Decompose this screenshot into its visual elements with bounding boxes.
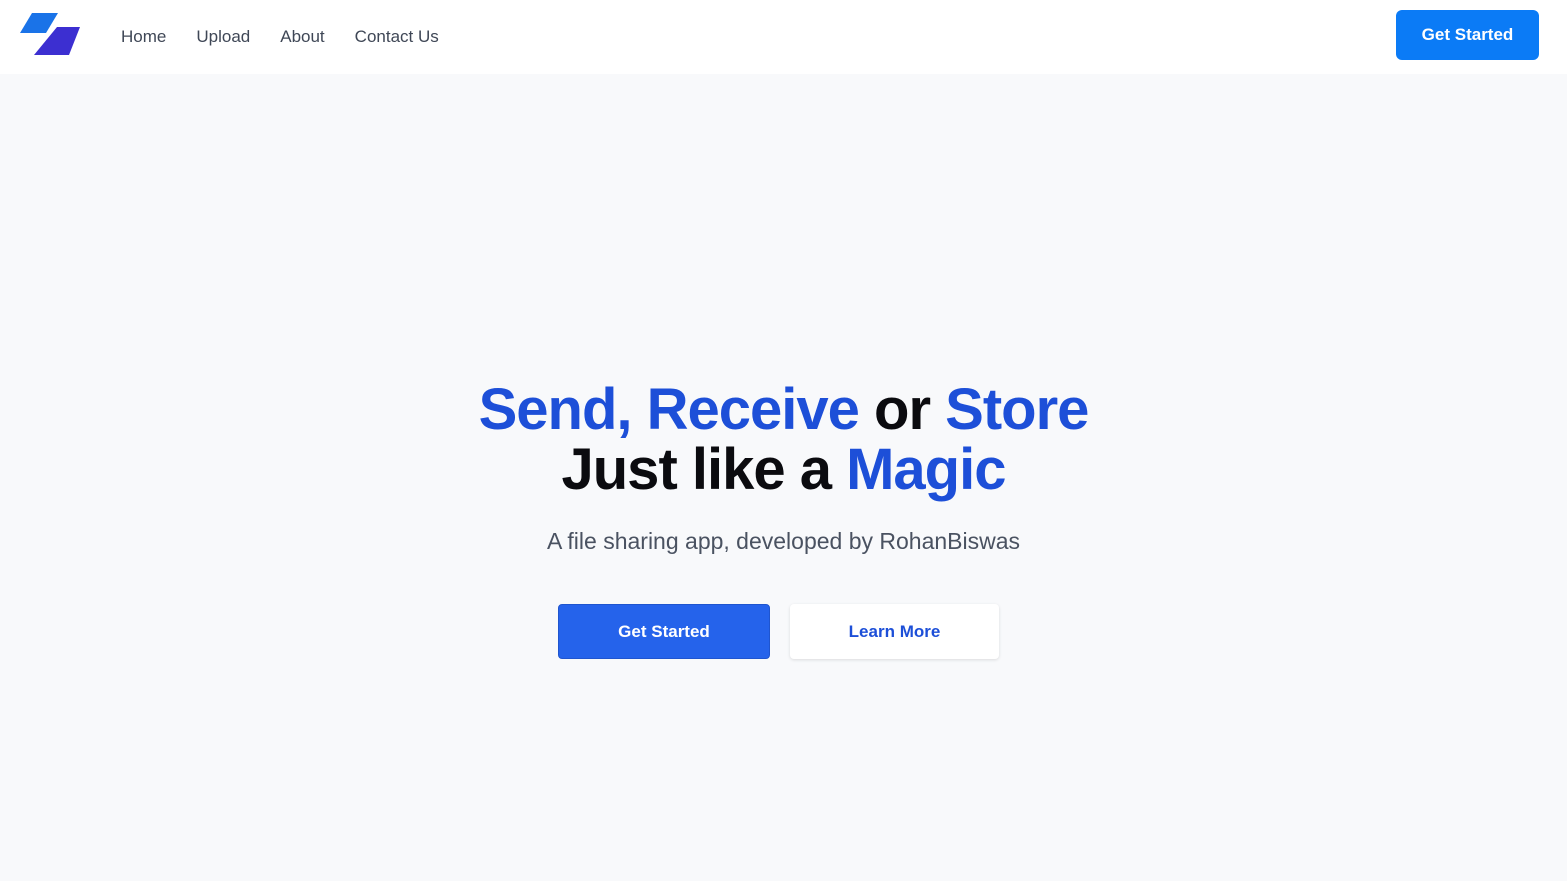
headline-store: Store bbox=[945, 377, 1089, 442]
nav-link-contact-us[interactable]: Contact Us bbox=[355, 27, 439, 47]
hero-learn-more-button[interactable]: Learn More bbox=[790, 604, 999, 659]
hero-section: Send, Receive or Store Just like a Magic… bbox=[0, 74, 1567, 881]
headline-send-receive: Send, Receive bbox=[478, 377, 860, 442]
headline-magic: Magic bbox=[846, 437, 1006, 502]
hero-get-started-button[interactable]: Get Started bbox=[558, 604, 770, 659]
hero-headline: Send, Receive or Store Just like a Magic bbox=[0, 380, 1567, 500]
nav-links: Home Upload About Contact Us bbox=[121, 0, 469, 74]
hero-subtitle: A file sharing app, developed by RohanBi… bbox=[546, 528, 1021, 554]
parallelogram-logo-icon[interactable] bbox=[20, 13, 82, 57]
nav-get-started-button[interactable]: Get Started bbox=[1396, 10, 1539, 60]
nav-link-upload[interactable]: Upload bbox=[196, 27, 250, 47]
nav-link-home[interactable]: Home bbox=[121, 27, 166, 47]
headline-just-like-a: Just like a bbox=[561, 437, 847, 502]
nav-link-about[interactable]: About bbox=[280, 27, 324, 47]
navbar: Home Upload About Contact Us Get Started bbox=[0, 0, 1567, 74]
headline-or: or bbox=[858, 377, 946, 442]
